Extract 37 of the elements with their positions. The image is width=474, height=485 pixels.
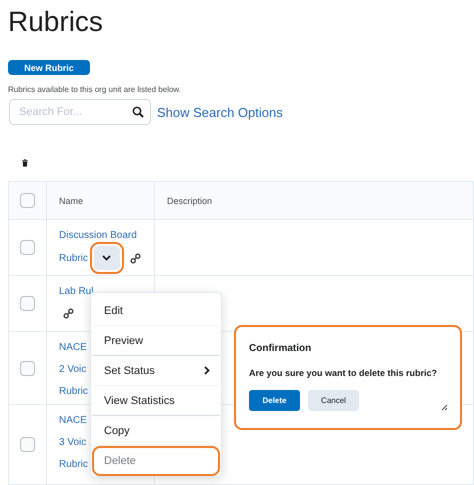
column-header: Description	[167, 196, 212, 206]
helper-text: Rubrics available to this org unit are listed below.	[8, 85, 182, 94]
page-title: Rubrics	[8, 6, 104, 38]
chevron-down-icon	[102, 255, 112, 261]
search-field[interactable]: Search For...	[9, 99, 151, 126]
rubric-name-link[interactable]: Discussion Board	[59, 230, 137, 240]
chevron-right-icon	[204, 366, 210, 375]
select-all-checkbox[interactable]	[20, 193, 35, 208]
menu-item[interactable]: View Statistics	[92, 386, 220, 416]
search-icon[interactable]	[132, 106, 144, 118]
dialog-button[interactable]: Cancel	[308, 390, 359, 411]
rubric-name-link[interactable]: NACE	[59, 414, 87, 426]
menu-item[interactable]: Preview	[92, 326, 220, 356]
rubric-name-link[interactable]: 2 Voic	[59, 364, 86, 374]
rubric-name-link[interactable]: Rubric	[59, 386, 88, 396]
rubric-name-link[interactable]: Rubric	[59, 252, 88, 264]
dialog-title: Confirmation	[249, 343, 312, 354]
trash-icon[interactable]	[20, 159, 30, 167]
row-checkbox[interactable]	[20, 437, 35, 452]
column-header: Name	[59, 196, 84, 206]
row-checkbox[interactable]	[20, 240, 35, 255]
new-rubric-button[interactable]: New Rubric	[8, 60, 90, 76]
rubric-name-link[interactable]: Lab Rul	[59, 286, 94, 296]
dialog-button[interactable]: Delete	[249, 390, 300, 411]
rubric-name-link[interactable]: Rubric	[59, 458, 88, 470]
menu-item[interactable]: Edit	[92, 296, 220, 326]
menu-item[interactable]: Delete	[92, 446, 220, 476]
row-checkbox[interactable]	[20, 360, 35, 376]
rubric-name-link[interactable]: NACE	[59, 342, 87, 352]
row-checkbox[interactable]	[20, 296, 35, 311]
search-options-link[interactable]: Show Search Options	[157, 104, 283, 120]
rubric-name-link[interactable]: 3 Voic	[59, 436, 86, 448]
resize-grip-icon[interactable]	[440, 403, 448, 411]
actions-menu-button[interactable]	[94, 246, 120, 270]
menu-item[interactable]: Copy	[92, 416, 220, 446]
menu-item[interactable]: Set Status	[92, 356, 220, 386]
dialog-message: Are you sure you want to delete this rubric?	[249, 368, 438, 378]
